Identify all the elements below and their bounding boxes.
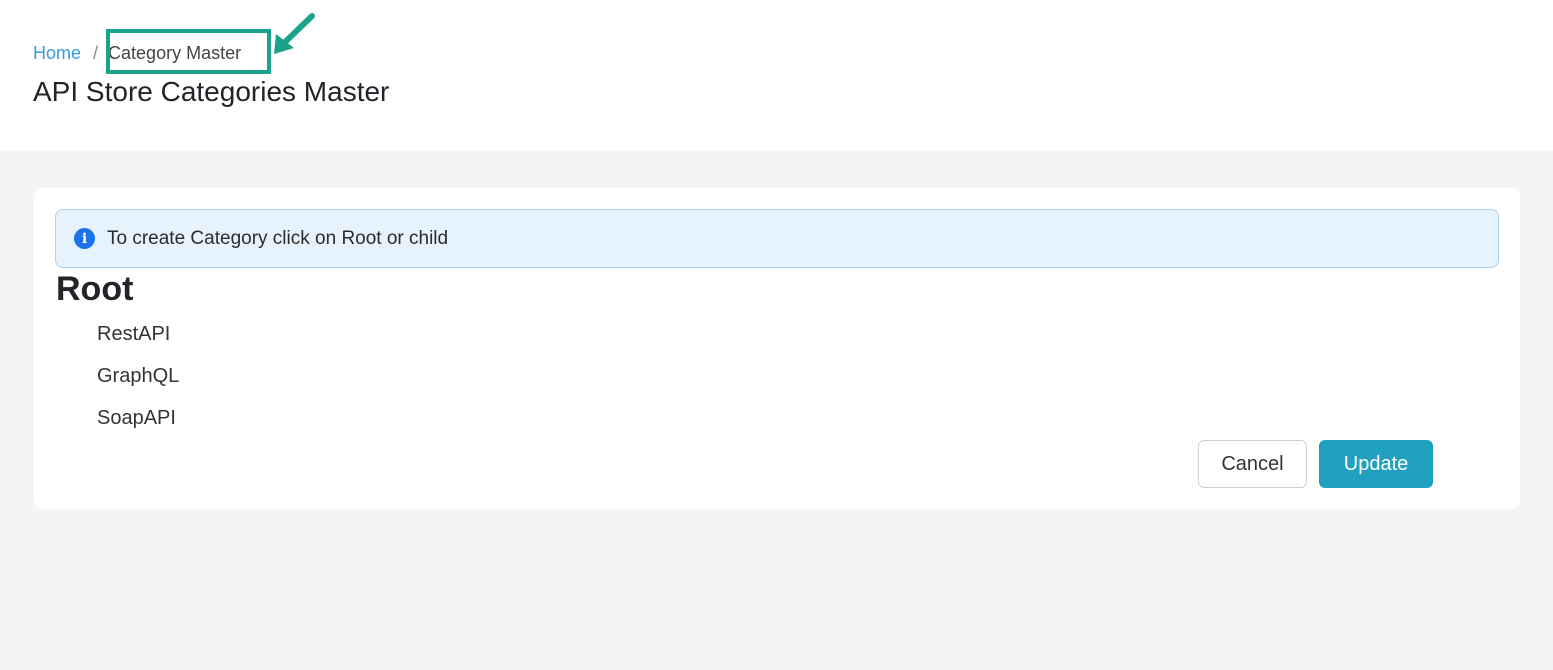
breadcrumb-home-link[interactable]: Home: [33, 43, 81, 64]
category-tree-card: i To create Category click on Root or ch…: [34, 188, 1520, 509]
cancel-button[interactable]: Cancel: [1198, 440, 1307, 488]
breadcrumb-separator: /: [93, 42, 99, 63]
info-alert-text: To create Category click on Root or chil…: [107, 227, 449, 249]
tree-child-node[interactable]: GraphQL: [97, 360, 179, 402]
page-header: Home / Category Master API Store Categor…: [0, 0, 1553, 151]
tree-child-node[interactable]: SoapAPI: [97, 402, 179, 444]
highlight-annotation-box: [106, 29, 271, 74]
info-alert: i To create Category click on Root or ch…: [55, 209, 1499, 268]
page-title: API Store Categories Master: [33, 76, 390, 107]
annotation-arrow-icon: [274, 13, 315, 54]
update-button[interactable]: Update: [1319, 440, 1433, 488]
info-icon: i: [74, 228, 95, 249]
tree-child-node[interactable]: RestAPI: [97, 318, 179, 360]
category-tree-children: RestAPI GraphQL SoapAPI: [97, 318, 179, 444]
tree-root-node[interactable]: Root: [56, 270, 133, 309]
